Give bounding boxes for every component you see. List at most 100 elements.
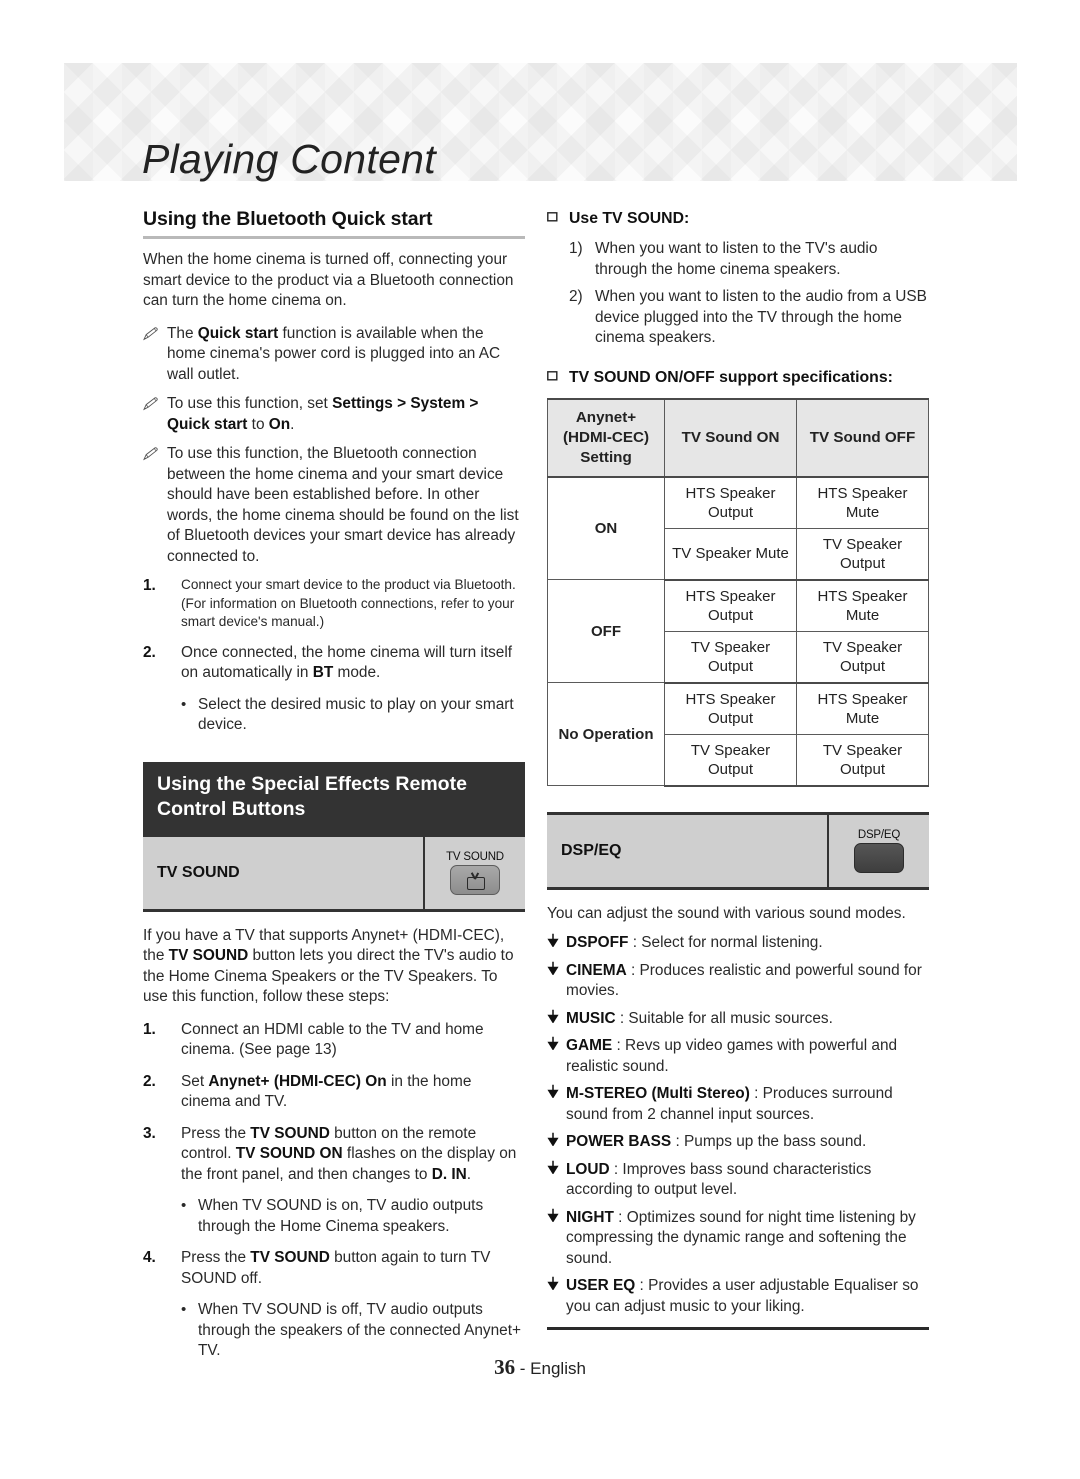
section-bottom-rule: [547, 1327, 929, 1330]
down-arrow-bullet-icon: [547, 961, 566, 1002]
cell-on: HTS Speaker Output: [664, 476, 797, 529]
step-number: 1.: [143, 1020, 156, 1038]
dsp-eq-keycap-group: DSP/EQ: [827, 814, 929, 887]
sub-bullet-item: • When TV SOUND is off, TV audio outputs…: [181, 1300, 525, 1362]
note-pencil-icon: [143, 324, 167, 386]
spec-heading: TV SOUND ON/OFF support specifications:: [547, 367, 929, 388]
use-tv-sound-heading: Use TV SOUND:: [547, 208, 929, 229]
sound-mode-item: DSPOFF : Select for normal listening.: [547, 933, 929, 954]
step-number: 1.: [143, 577, 156, 594]
sound-mode-text: NIGHT : Optimizes sound for night time l…: [566, 1208, 916, 1267]
bluetooth-intro-paragraph: When the home cinema is turned off, conn…: [143, 251, 514, 309]
sound-mode-text: MUSIC : Suitable for all music sources.: [566, 1009, 833, 1027]
numbered-step: 3. Press the TV SOUND button on the remo…: [143, 1124, 525, 1186]
dsp-eq-intro: You can adjust the sound with various so…: [547, 904, 906, 922]
row-header-no-operation: No Operation: [547, 682, 665, 786]
down-arrow-bullet-icon: [547, 933, 566, 954]
step-text: Connect an HDMI cable to the TV and home…: [181, 1020, 484, 1059]
step-number: 4.: [143, 1249, 156, 1266]
page-footer: 36 - English: [0, 1355, 1080, 1380]
dsp-eq-keycap-label: DSP/EQ: [857, 828, 901, 841]
note-item: The Quick start function is available wh…: [143, 324, 525, 386]
cell-on: TV Speaker Output: [664, 733, 797, 787]
step-number: 2.: [143, 643, 156, 661]
sub-bullet-text: When TV SOUND is off, TV audio outputs t…: [198, 1301, 522, 1359]
left-column: Using the Bluetooth Quick start When the…: [143, 208, 525, 1362]
sound-mode-text: M-STEREO (Multi Stereo) : Produces surro…: [566, 1085, 893, 1123]
note-pencil-icon: [143, 394, 167, 435]
page-number: 36: [494, 1355, 516, 1379]
dsp-eq-keycap[interactable]: [854, 842, 904, 873]
item-number: 2): [569, 288, 583, 305]
tv-sound-intro-paragraph: If you have a TV that supports Anynet+ (…: [143, 926, 514, 1006]
footer-separator: -: [515, 1359, 531, 1378]
down-arrow-bullet-icon: [547, 1084, 566, 1125]
title-underline: [143, 236, 525, 239]
table-row: OFF HTS Speaker Output HTS Speaker Mute: [547, 579, 929, 683]
note-pencil-icon: [143, 444, 167, 567]
down-arrow-bullet-icon: [547, 1276, 566, 1317]
step-text: Press the TV SOUND button on the remote …: [181, 1124, 517, 1183]
table-row: ON HTS Speaker Output HTS Speaker Mute: [547, 476, 929, 580]
cell-on: HTS Speaker Output: [664, 579, 797, 632]
sub-bullet-text: Select the desired music to play on your…: [198, 695, 514, 734]
cell-off: HTS Speaker Mute: [796, 682, 929, 735]
step-number: 3.: [143, 1124, 156, 1142]
sub-bullet-item: • When TV SOUND is on, TV audio outputs …: [181, 1196, 525, 1237]
item-text: When you want to listen to the audio fro…: [595, 288, 927, 346]
cell-off: TV Speaker Output: [796, 630, 929, 684]
section-title-bluetooth-quick-start: Using the Bluetooth Quick start: [143, 208, 433, 230]
square-bullet-icon: [547, 208, 569, 229]
sound-mode-item: GAME : Revs up video games with powerful…: [547, 1036, 929, 1077]
sound-mode-item: MUSIC : Suitable for all music sources.: [547, 1009, 929, 1030]
sound-mode-text: USER EQ : Provides a user adjustable Equ…: [566, 1277, 919, 1315]
step-text: Set Anynet+ (HDMI-CEC) On in the home ci…: [181, 1072, 472, 1111]
numbered-step: 1. Connect your smart device to the prod…: [143, 576, 525, 632]
down-arrow-bullet-icon: [547, 1036, 566, 1077]
numbered-step: 4. Press the TV SOUND button again to tu…: [143, 1248, 525, 1289]
numbered-item: 2) When you want to listen to the audio …: [547, 287, 929, 349]
tv-sound-keycap-group: TV SOUND: [423, 836, 525, 909]
table-row: No Operation HTS Speaker Output HTS Spea…: [547, 682, 929, 786]
sound-mode-text: CINEMA : Produces realistic and powerful…: [566, 961, 922, 1000]
row-header-off: OFF: [547, 579, 665, 683]
cell-off: TV Speaker Output: [796, 527, 929, 581]
sound-mode-item: USER EQ : Provides a user adjustable Equ…: [547, 1276, 929, 1317]
numbered-item: 1) When you want to listen to the TV's a…: [547, 239, 929, 280]
note-item: To use this function, set Settings > Sys…: [143, 394, 525, 435]
round-dot-icon: •: [181, 1301, 187, 1318]
dsp-eq-button-box: DSP/EQ DSP/EQ: [547, 811, 929, 890]
sub-bullet-item: • Select the desired music to play on yo…: [181, 695, 525, 736]
step-text: Press the TV SOUND button again to turn …: [181, 1249, 491, 1287]
cell-off: HTS Speaker Mute: [796, 476, 929, 529]
step-text: Connect your smart device to the product…: [181, 577, 516, 629]
tv-sound-support-table: Anynet+ (HDMI-CEC) Setting TV Sound ON T…: [547, 397, 929, 787]
col-header-setting: Anynet+ (HDMI-CEC) Setting: [547, 397, 665, 478]
col-header-tv-sound-off: TV Sound OFF: [796, 397, 929, 478]
footer-language: English: [530, 1359, 586, 1378]
down-arrow-bullet-icon: [547, 1009, 566, 1030]
down-arrow-bullet-icon: [547, 1208, 566, 1270]
item-number: 1): [569, 240, 583, 257]
sound-mode-item: CINEMA : Produces realistic and powerful…: [547, 961, 929, 1002]
tv-sound-keycap-label: TV SOUND: [446, 850, 504, 863]
dsp-eq-box-label: DSP/EQ: [561, 841, 622, 859]
note-text: The Quick start function is available wh…: [167, 324, 501, 383]
step-text: Once connected, the home cinema will tur…: [181, 643, 513, 682]
sound-mode-item: POWER BASS : Pumps up the bass sound.: [547, 1132, 929, 1153]
page-title: Playing Content: [142, 136, 436, 182]
right-column: Use TV SOUND: 1) When you want to listen…: [547, 208, 929, 1330]
tv-sound-keycap[interactable]: [450, 864, 500, 895]
document-page: Playing Content Using the Bluetooth Quic…: [0, 0, 1080, 1479]
item-text: When you want to listen to the TV's audi…: [595, 240, 878, 278]
tv-icon: [465, 871, 485, 890]
down-arrow-bullet-icon: [547, 1132, 566, 1153]
round-dot-icon: •: [181, 1197, 187, 1214]
numbered-step: 1. Connect an HDMI cable to the TV and h…: [143, 1020, 525, 1061]
round-dot-icon: •: [181, 695, 187, 713]
section-title-special-effects: Using the Special Effects Remote Control…: [143, 761, 525, 834]
note-text: To use this function, set Settings > Sys…: [167, 395, 479, 433]
sound-mode-item: LOUD : Improves bass sound characteristi…: [547, 1160, 929, 1201]
cell-off: HTS Speaker Mute: [796, 579, 929, 632]
square-bullet-icon: [547, 367, 569, 388]
